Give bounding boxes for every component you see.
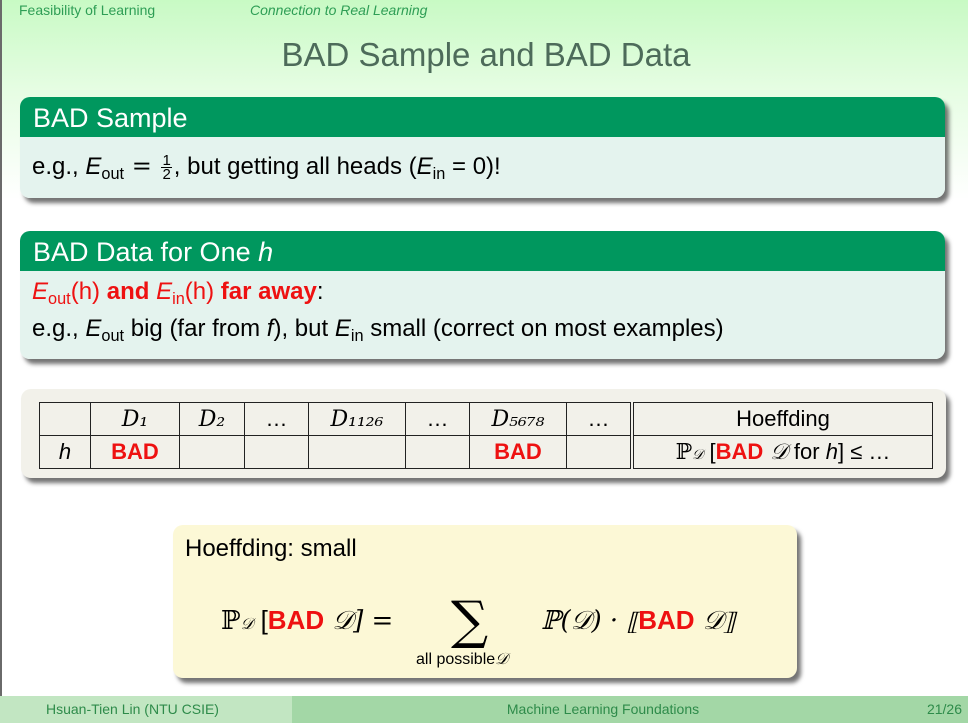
line-example: e.g., Eout big (far from f), but Ein sma… [32,314,945,351]
table-cell [39,402,91,436]
text: big (far from [124,314,267,342]
sub-out: out [101,164,125,183]
sub-in: in [432,164,446,183]
prob-symbol: ℙ [221,606,241,636]
bad-text: BAD [715,439,764,464]
footer-course: Machine Learning Foundations [292,696,914,723]
D-var: 𝒟 [495,649,508,668]
far-away-text: far away [214,278,317,305]
prob-term: ℙ(𝒟) · ⟦ [541,606,639,636]
table-cell: h [39,435,91,469]
h-arg: (h) [184,278,215,305]
table-header-row: D₁ D₂ … D₁₁₂₆ … D₅₆₇₈ … Hoeffding [39,402,933,436]
summation-range: all possible𝒟 [416,649,508,669]
block-bad-sample-body: e.g., Eout = 12, but getting all heads (… [20,137,945,198]
sub-in: in [350,326,364,345]
table-cell [405,435,470,469]
hoeffding-table-box: D₁ D₂ … D₁₁₂₆ … D₅₆₇₈ … Hoeffding h BAD … [21,389,946,478]
hoeffding-small-box: Hoeffding: small ℙ𝒟 [BAD 𝒟] = ∑ all poss… [173,525,797,678]
summation-icon: ∑ [451,591,489,651]
nav-subsection[interactable]: Connection to Real Learning [250,2,427,18]
colon: : [316,278,324,305]
table-cell: BAD [90,435,180,469]
footer-author: Hsuan-Tien Lin (NTU CSIE) [0,696,292,723]
equals: = [124,152,160,180]
slide-left-border [0,0,2,723]
table-cell: D₁ [90,402,180,436]
D-var: 𝒟] = [324,606,394,636]
fraction-half: 12 [161,153,172,184]
sub-D: 𝒟 [692,447,704,463]
and-text: and [100,278,157,305]
table-cell [566,435,634,469]
block-bad-sample-heading: BAD Sample [20,97,945,137]
text: e.g., [32,314,86,342]
heading-text: BAD Data for One [33,237,259,267]
h-arg: (h) [70,278,101,305]
table-cell: … [244,402,309,436]
table-cell: BAD [469,435,567,469]
text: , but getting all heads ( [173,153,417,180]
text: ), but [273,314,335,342]
sub-out: out [48,289,71,308]
text: ] ≤ … [837,439,891,464]
E-var: E [416,153,433,180]
bad-text: BAD [267,605,325,635]
bad-text: BAD [638,605,695,635]
hoeffding-table: D₁ D₂ … D₁₁₂₆ … D₅₆₇₈ … Hoeffding h BAD … [39,402,933,469]
heading-var-h: h [258,237,274,267]
D-var: 𝒟 [763,440,788,465]
sub-out: out [101,326,125,345]
author-text: Hsuan-Tien Lin (NTU CSIE) [46,701,219,717]
D-var: 𝒟⟧ [694,606,736,636]
table-cell: D₂ [179,402,245,436]
table-cell: … [566,402,634,436]
bracket: [ [703,439,716,464]
table-cell [244,435,309,469]
table-cell [308,435,406,469]
E-var: E [156,278,173,305]
table-cell: Hoeffding [631,402,933,436]
text: e.g., [32,153,86,180]
text: small (correct on most examples) [363,314,724,342]
nav-section[interactable]: Feasibility of Learning [19,2,155,18]
bracket: [ [253,605,268,635]
sub-in: in [172,289,185,308]
block-bad-data-heading: BAD Data for One h [20,231,945,271]
table-cell: D₁₁₂₆ [308,402,406,436]
table-cell [179,435,245,469]
denominator: 2 [162,166,171,184]
text: = 0)! [445,153,501,180]
footer: Hsuan-Tien Lin (NTU CSIE) Machine Learni… [0,696,968,723]
slide-title: BAD Sample and BAD Data [0,36,968,74]
slide-title-text: BAD Sample and BAD Data [281,36,691,73]
table-cell: … [405,402,470,436]
sub-D: 𝒟 [240,614,254,633]
text: all possible [416,651,496,668]
block-bad-sample: BAD Sample e.g., Eout = 12, but getting … [20,97,945,198]
block-bad-data-body: Eout(h) and Ein(h) far away: e.g., Eout … [20,271,945,359]
equation-rhs: ℙ(𝒟) · ⟦BAD 𝒟⟧ [541,605,735,637]
E-var: E [32,278,49,305]
line-far-away: Eout(h) and Ein(h) far away: [32,277,945,314]
prob-symbol: ℙ [675,440,693,465]
footer-page-number: 21/26 [914,696,968,723]
text: for [787,439,826,464]
table-cell: D₅₆₇₈ [469,402,567,436]
equation-lhs: ℙ𝒟 [BAD 𝒟] = [221,605,393,637]
hoeffding-bound-cell: ℙ𝒟 [BAD 𝒟 for h] ≤ … [631,435,933,469]
h-var: h [825,439,838,464]
E-var: E [85,314,102,342]
hoeffding-small-title: Hoeffding: small [185,535,357,562]
E-var: E [85,153,102,180]
block-bad-data: BAD Data for One h Eout(h) and Ein(h) fa… [20,231,945,359]
E-var: E [334,314,351,342]
table-row: h BAD BAD ℙ𝒟 [BAD 𝒟 for h] ≤ … [39,435,933,469]
